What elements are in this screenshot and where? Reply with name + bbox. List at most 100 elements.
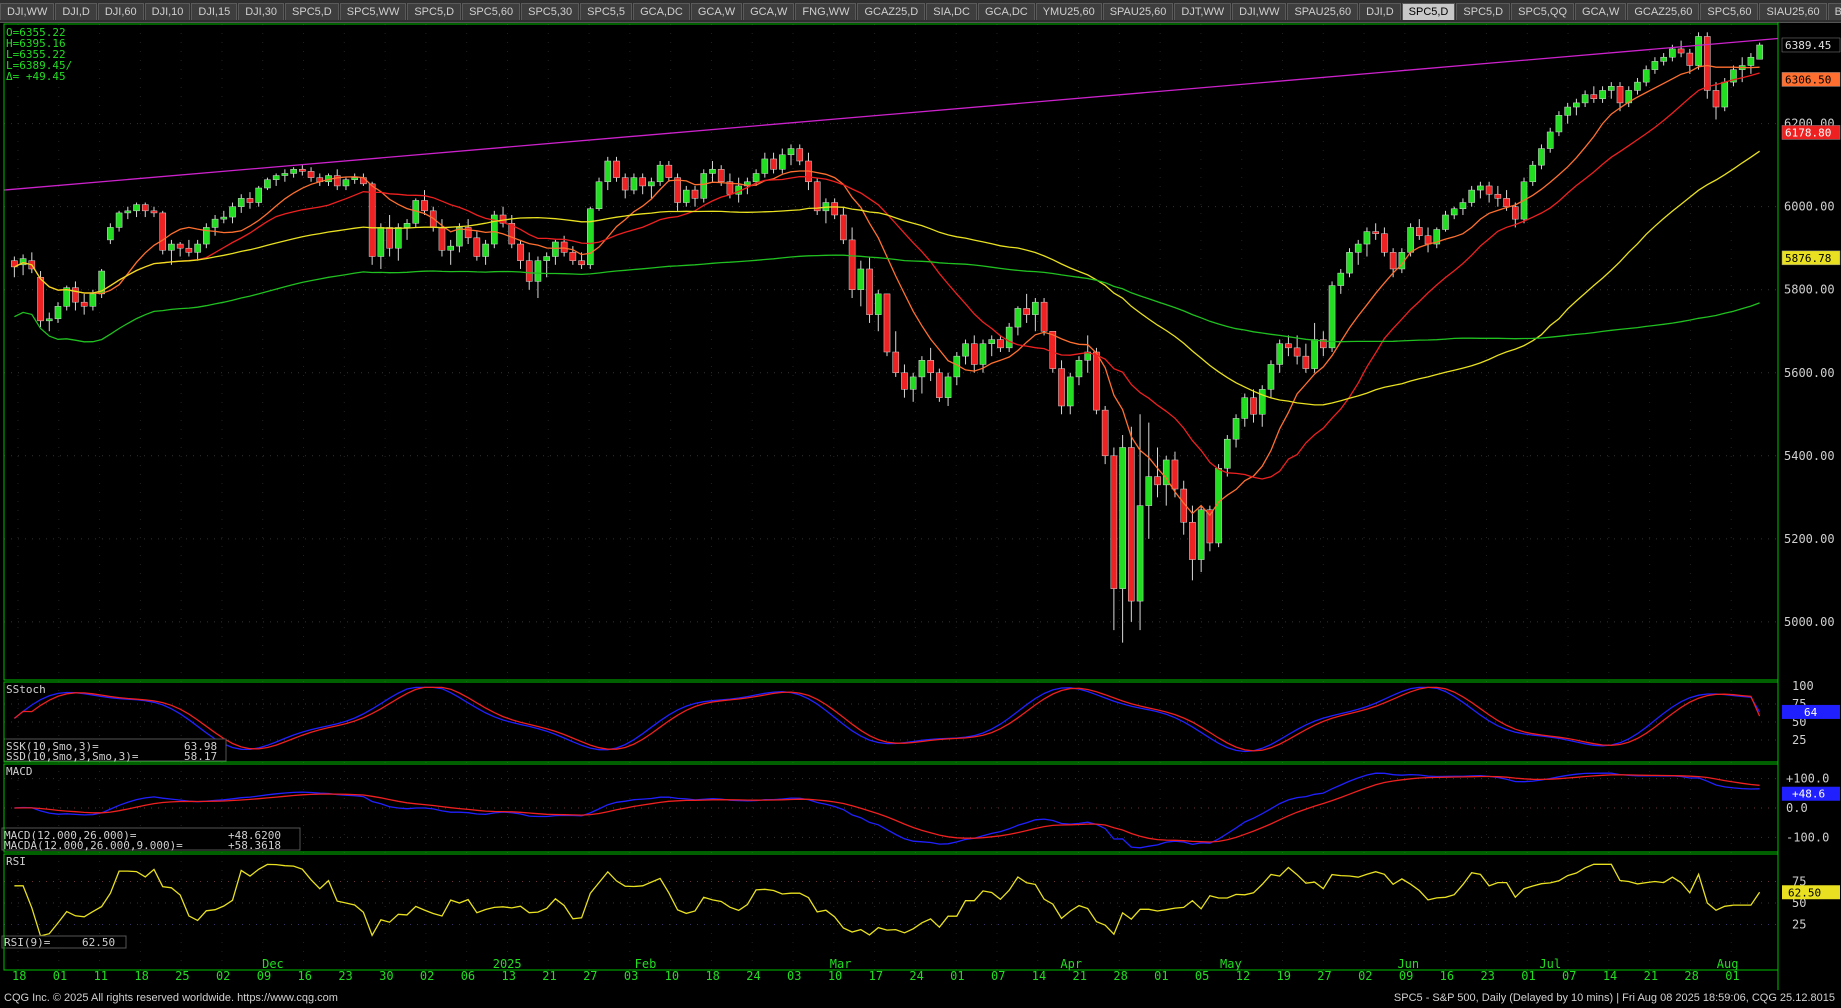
candle-body bbox=[1311, 339, 1318, 369]
candle-body bbox=[1450, 208, 1458, 216]
tab-30[interactable]: SPC5,60 bbox=[1700, 2, 1759, 20]
candle-body bbox=[421, 200, 428, 212]
tab-1[interactable]: DJI,D bbox=[55, 2, 97, 20]
tab-18[interactable]: GCA,DC bbox=[977, 2, 1035, 20]
tab-6[interactable]: SPC5,D bbox=[285, 2, 339, 20]
day-label: 16 bbox=[298, 969, 312, 983]
tab-list: DJI,WW DJI,D DJI,60 DJI,10 DJI,15 DJI,30 SPC5,… bbox=[0, 2, 1841, 20]
tab-22[interactable]: DJI,WW bbox=[1232, 2, 1287, 20]
day-label: 21 bbox=[1073, 969, 1087, 983]
tab-11[interactable]: SPC5,5 bbox=[580, 2, 633, 20]
candle-body bbox=[290, 169, 297, 174]
tab-12[interactable]: GCA,DC bbox=[633, 2, 690, 20]
candle-body bbox=[936, 372, 943, 398]
tab-21[interactable]: DJT,WW bbox=[1174, 2, 1232, 20]
tab-3[interactable]: DJI,10 bbox=[144, 2, 191, 20]
candle-body bbox=[1250, 397, 1257, 415]
tab-28[interactable]: GCA,W bbox=[1575, 2, 1627, 20]
candle-body bbox=[813, 181, 821, 212]
rsi-panel[interactable]: RSI RSI(9)= 62.50 bbox=[1, 855, 1761, 949]
candle-body bbox=[1599, 90, 1606, 99]
candle-body bbox=[1075, 360, 1083, 378]
price-tick-label: 5800.00 bbox=[1784, 283, 1835, 297]
tab-13[interactable]: GCA,W bbox=[690, 2, 743, 20]
tab-23[interactable]: SPAU25,60 bbox=[1287, 2, 1359, 20]
tab-32[interactable]: BOAZ25,D bbox=[1827, 2, 1841, 20]
tab-14[interactable]: GCA,W bbox=[743, 2, 795, 20]
tab-29[interactable]: GCAZ25,60 bbox=[1627, 2, 1700, 20]
candle-body bbox=[1756, 44, 1763, 60]
macd-badge-text: +48.6 bbox=[1792, 788, 1825, 801]
price-panel-border bbox=[3, 23, 1779, 681]
candle-body bbox=[386, 227, 393, 249]
candle-body bbox=[473, 237, 481, 257]
tab-17[interactable]: SIA,DC bbox=[926, 2, 977, 20]
candle-body bbox=[1145, 476, 1153, 506]
tab-25[interactable]: SPC5,D bbox=[1401, 2, 1456, 20]
day-label: 10 bbox=[665, 969, 679, 983]
macda-label: MACDA(12.000,26.000,9.000)= bbox=[4, 839, 183, 852]
candle-body bbox=[1407, 227, 1414, 253]
candle-body bbox=[1695, 36, 1702, 66]
tab-26[interactable]: SPC5,D bbox=[1456, 2, 1511, 20]
candle-body bbox=[1040, 301, 1048, 332]
candle-body bbox=[237, 198, 245, 207]
day-label: 14 bbox=[1032, 969, 1046, 983]
tab-24[interactable]: DJI,D bbox=[1359, 2, 1401, 20]
candle-body bbox=[656, 164, 664, 183]
tab-0[interactable]: DJI,WW bbox=[0, 2, 55, 20]
candle-body bbox=[1337, 272, 1345, 286]
candle-body bbox=[604, 160, 612, 183]
candle-body bbox=[962, 343, 969, 357]
tab-8[interactable]: SPC5,D bbox=[407, 2, 462, 20]
macd-title: MACD bbox=[6, 765, 33, 778]
candle-body bbox=[1712, 90, 1720, 108]
candle-body bbox=[831, 202, 838, 216]
candle-body bbox=[1642, 69, 1650, 83]
candle-body bbox=[1363, 231, 1371, 245]
candle-body bbox=[901, 372, 908, 390]
tab-15[interactable]: FNG,WW bbox=[795, 2, 857, 20]
candle-body bbox=[1459, 202, 1467, 210]
candle-body bbox=[1119, 447, 1126, 589]
day-label: 18 bbox=[12, 969, 26, 983]
candle-body bbox=[1669, 48, 1676, 58]
tab-7[interactable]: SPC5,WW bbox=[339, 2, 407, 20]
tab-27[interactable]: SPC5,QQ bbox=[1511, 2, 1575, 20]
candle-body bbox=[220, 216, 228, 220]
tab-31[interactable]: SIAU25,60 bbox=[1759, 2, 1827, 20]
candle-body bbox=[229, 206, 236, 218]
candle-body bbox=[150, 210, 158, 214]
tab-2[interactable]: DJI,60 bbox=[97, 2, 144, 20]
candle-body bbox=[778, 154, 786, 170]
candle-body bbox=[403, 223, 411, 228]
candle-body bbox=[1651, 61, 1659, 70]
rsi-badge-text: 62.50 bbox=[1788, 886, 1821, 899]
candle-body bbox=[1258, 389, 1266, 415]
day-label: 02 bbox=[1358, 969, 1372, 983]
candle-body bbox=[395, 227, 402, 249]
sstoch-panel[interactable]: SStochSSK(10,Smo,3)= 63.98SSD(10,Smo,3,Sm… bbox=[3, 683, 1761, 763]
candle-body bbox=[997, 339, 1004, 349]
candle-body bbox=[944, 376, 952, 398]
tab-16[interactable]: GCAZ25,D bbox=[857, 2, 926, 20]
price-tick-label: 5600.00 bbox=[1784, 366, 1835, 380]
candle-body bbox=[1503, 198, 1510, 207]
candle-body bbox=[1747, 56, 1755, 66]
candle-body bbox=[1468, 189, 1475, 203]
candle-body bbox=[1442, 214, 1449, 230]
candle-body bbox=[1372, 231, 1379, 234]
tab-10[interactable]: SPC5,30 bbox=[521, 2, 580, 20]
candle-body bbox=[342, 179, 350, 187]
tab-19[interactable]: YMU25,60 bbox=[1035, 2, 1102, 20]
candle-body bbox=[682, 189, 690, 203]
tab-20[interactable]: SPAU25,60 bbox=[1102, 2, 1174, 20]
copyright-text: CQG Inc. © 2025 All rights reserved worl… bbox=[4, 992, 338, 1004]
tab-5[interactable]: DJI,30 bbox=[238, 2, 285, 20]
candle-body bbox=[613, 160, 620, 178]
price-panel[interactable]: O=6355.22H=6395.16L=6355.22L=6389.45/Δ= … bbox=[3, 26, 1779, 643]
candle-body bbox=[1721, 81, 1729, 108]
tab-4[interactable]: DJI,15 bbox=[191, 2, 238, 20]
chart-area[interactable]: O=6355.22H=6395.16L=6355.22L=6389.45/Δ= … bbox=[0, 22, 1841, 990]
tab-9[interactable]: SPC5,60 bbox=[462, 2, 521, 20]
